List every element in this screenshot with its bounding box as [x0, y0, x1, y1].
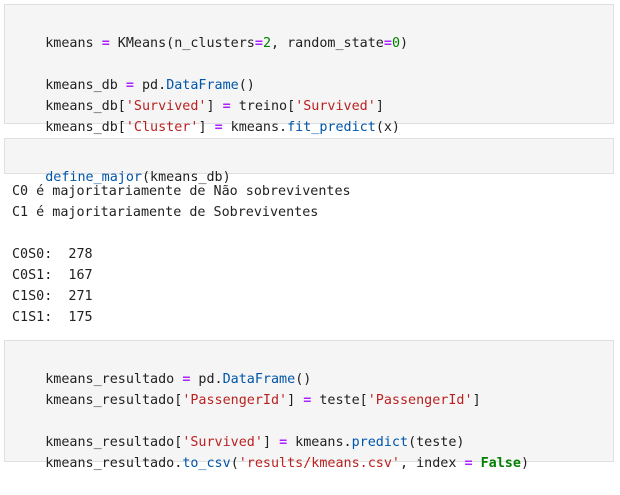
operator-token: = [101, 36, 110, 51]
code-token: ] [287, 393, 304, 408]
code-token: ] [198, 120, 215, 135]
code-token: ( [230, 456, 239, 471]
operator-token: = [464, 456, 473, 471]
output-line: C1 é majoritariamente de Sobreviventes [12, 205, 319, 220]
operator-token: = [214, 120, 223, 135]
function-token: fit_predict [287, 120, 376, 135]
keyword-token: False [480, 456, 521, 471]
string-token: 'PassengerId' [182, 393, 288, 408]
output-line: C1S0: 271 [12, 289, 93, 304]
string-token: 'Cluster' [125, 120, 199, 135]
code-line: kmeans_db['Cluster'] = kmeans.fit_predic… [13, 96, 400, 135]
code-token: KMeans(n_clusters [109, 36, 255, 51]
output-line: C0 é majoritariamente de Não sobrevivent… [12, 184, 351, 199]
code-line: define_major(kmeans_db) [13, 146, 230, 185]
code-token: ] [472, 393, 481, 408]
code-line: kmeans_resultado['PassengerId'] = teste[… [13, 369, 480, 408]
code-token: kmeans_resultado[ [45, 393, 183, 408]
code-line: kmeans_resultado['Survived'] = kmeans.pr… [13, 411, 464, 450]
function-token: to_csv [182, 456, 231, 471]
output-line: C1S1: 175 [12, 310, 93, 325]
code-token: teste[ [311, 393, 368, 408]
code-line: kmeans_resultado.to_csv('results/kmeans.… [13, 432, 529, 471]
string-token: 'results/kmeans.csv' [238, 456, 400, 471]
string-token: 'PassengerId' [367, 393, 473, 408]
code-token: ) [400, 36, 409, 51]
operator-token: = [254, 36, 263, 51]
number-token: 2 [262, 36, 271, 51]
output-line: C0S0: 278 [12, 247, 93, 262]
code-line: kmeans_db['Survived'] = treino['Survived… [13, 75, 384, 114]
code-line: kmeans = KMeans(n_clusters=2, random_sta… [13, 12, 408, 51]
code-token: kmeans_resultado. [45, 456, 183, 471]
code-cell-kmeans[interactable]: kmeans = KMeans(n_clusters=2, random_sta… [4, 4, 614, 135]
operator-token: = [383, 36, 392, 51]
output-line: C0S1: 167 [12, 268, 93, 283]
code-token: , random_state [271, 36, 384, 51]
code-cell-kmeans-resultado[interactable]: kmeans_resultado = pd.DataFrame() kmeans… [4, 340, 614, 471]
code-token: kmeans_db[ [45, 120, 126, 135]
code-token: kmeans. [222, 120, 288, 135]
number-token: 0 [391, 36, 400, 51]
code-cell-define-major[interactable]: define_major(kmeans_db) [4, 138, 614, 185]
code-token: (x) [375, 120, 400, 135]
code-line: kmeans_resultado = pd.DataFrame() [13, 348, 311, 387]
code-line: kmeans_db = pd.DataFrame() [13, 54, 255, 93]
code-token: kmeans [45, 36, 102, 51]
code-token: , index [400, 456, 465, 471]
code-token: ) [520, 456, 529, 471]
